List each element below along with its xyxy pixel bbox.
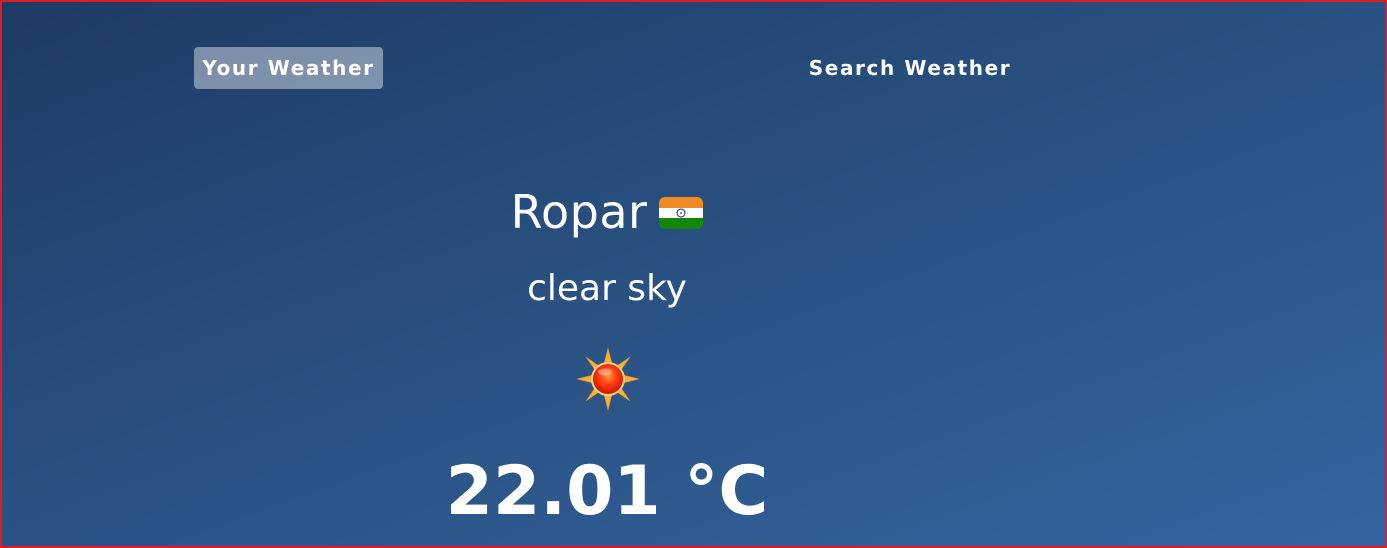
tab-search-weather[interactable]: Search Weather: [809, 47, 1010, 89]
tab-your-weather[interactable]: Your Weather: [194, 47, 383, 89]
weather-description: clear sky: [527, 268, 687, 309]
weather-app-frame: Your Weather Search Weather Ropar clear …: [0, 0, 1387, 548]
india-flag-icon: [659, 197, 704, 229]
temperature-value: 22.01 °C: [445, 452, 769, 531]
sun-icon: [575, 346, 641, 412]
city-name: Ropar: [510, 185, 648, 239]
city-header: Ropar: [402, 185, 812, 239]
